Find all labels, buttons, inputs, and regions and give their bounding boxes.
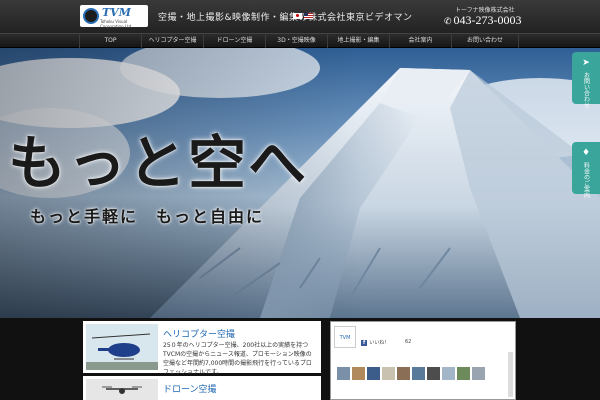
facebook-icon: f bbox=[361, 340, 368, 346]
service-card-drone[interactable]: ドローン空撮 bbox=[83, 376, 321, 400]
card-title[interactable]: ヘリコプター空撮 bbox=[163, 327, 235, 340]
facebook-widget-scrollbar[interactable] bbox=[508, 352, 513, 397]
nav-item-company[interactable]: 会社案内 bbox=[389, 34, 451, 48]
hero-headline: もっと空へ bbox=[8, 129, 309, 197]
helicopter-icon bbox=[86, 324, 158, 370]
avatar[interactable] bbox=[427, 367, 440, 380]
site-header: TVM Tohoku Visual Corporation Ltd. 空撮・地上… bbox=[0, 0, 600, 33]
avatar[interactable] bbox=[397, 367, 410, 380]
site-logo[interactable]: TVM Tohoku Visual Corporation Ltd. bbox=[80, 5, 148, 29]
nav-item-ground[interactable]: 地上撮影・編集 bbox=[327, 34, 389, 48]
avatar[interactable] bbox=[337, 367, 350, 380]
nav-item-top[interactable]: TOP bbox=[79, 34, 141, 48]
facebook-widget: TVM f いいね！ 62 bbox=[330, 321, 516, 400]
phone-number[interactable]: ✆ 043-273-0003 bbox=[444, 13, 522, 28]
language-switcher bbox=[293, 13, 315, 20]
service-card-helicopter[interactable]: ヘリコプター空撮 25０年のヘリコプター空撮、200社以上の実績を持つTVCMの… bbox=[83, 321, 321, 376]
logo-text: TVM bbox=[102, 6, 131, 19]
main-nav: TOP ヘリコプター空撮 ドローン空撮 3D・空撮映像 地上撮影・編集 会社案内… bbox=[0, 33, 600, 48]
avatar[interactable] bbox=[457, 367, 470, 380]
send-icon: ➤ bbox=[582, 58, 590, 68]
side-tab-pricing[interactable]: ♦ 料金のご案内 bbox=[572, 142, 600, 198]
side-tab-contact[interactable]: ➤ お問い合わせ bbox=[572, 52, 600, 108]
avatar[interactable] bbox=[382, 367, 395, 380]
phone-icon: ✆ bbox=[444, 16, 452, 26]
side-tab-label: お問い合わせ bbox=[582, 72, 590, 108]
side-tab-label: 料金のご案内 bbox=[582, 162, 590, 198]
avatar[interactable] bbox=[367, 367, 380, 380]
drone-thumbnail bbox=[86, 379, 158, 400]
card-body: 25０年のヘリコプター空撮、200社以上の実績を持つTVCMの空撮からニュース報… bbox=[163, 342, 312, 376]
nav-item-3d[interactable]: 3D・空撮映像 bbox=[265, 34, 327, 48]
helicopter-thumbnail bbox=[86, 324, 158, 370]
japan-flag-icon[interactable] bbox=[293, 13, 302, 19]
facebook-like-count: 62 bbox=[405, 339, 412, 345]
facebook-page-logo[interactable]: TVM bbox=[334, 326, 356, 348]
nav-item-contact[interactable]: お問い合わせ bbox=[451, 34, 519, 48]
facebook-fan-avatars bbox=[337, 365, 487, 384]
avatar[interactable] bbox=[412, 367, 425, 380]
avatar[interactable] bbox=[472, 367, 485, 380]
facebook-like-button[interactable]: f いいね！ bbox=[361, 339, 389, 346]
us-flag-icon[interactable] bbox=[304, 13, 313, 19]
logo-subtitle: Tohoku Visual Corporation Ltd. bbox=[100, 19, 133, 29]
hero-subheadline: もっと手軽に もっと自由に bbox=[30, 207, 265, 226]
tag-icon: ♦ bbox=[581, 148, 591, 158]
avatar[interactable] bbox=[442, 367, 455, 380]
page: { "header": { "logo_text": "TVM", "logo_… bbox=[0, 0, 600, 400]
phone-text: 043-273-0003 bbox=[453, 13, 522, 27]
hero-banner: もっと空へ もっと手軽に もっと自由に ➤ お問い合わせ ♦ 料金のご案内 bbox=[0, 48, 600, 318]
avatar[interactable] bbox=[352, 367, 365, 380]
site-tagline: 空撮・地上撮影&映像制作・編集の株式会社東京ビデオマン bbox=[158, 13, 413, 23]
nav-item-drone[interactable]: ドローン空撮 bbox=[203, 34, 265, 48]
logo-mark-icon bbox=[83, 8, 99, 24]
drone-icon bbox=[86, 379, 158, 400]
card-title[interactable]: ドローン空撮 bbox=[163, 382, 217, 395]
nav-item-helicopter[interactable]: ヘリコプター空撮 bbox=[141, 34, 203, 48]
